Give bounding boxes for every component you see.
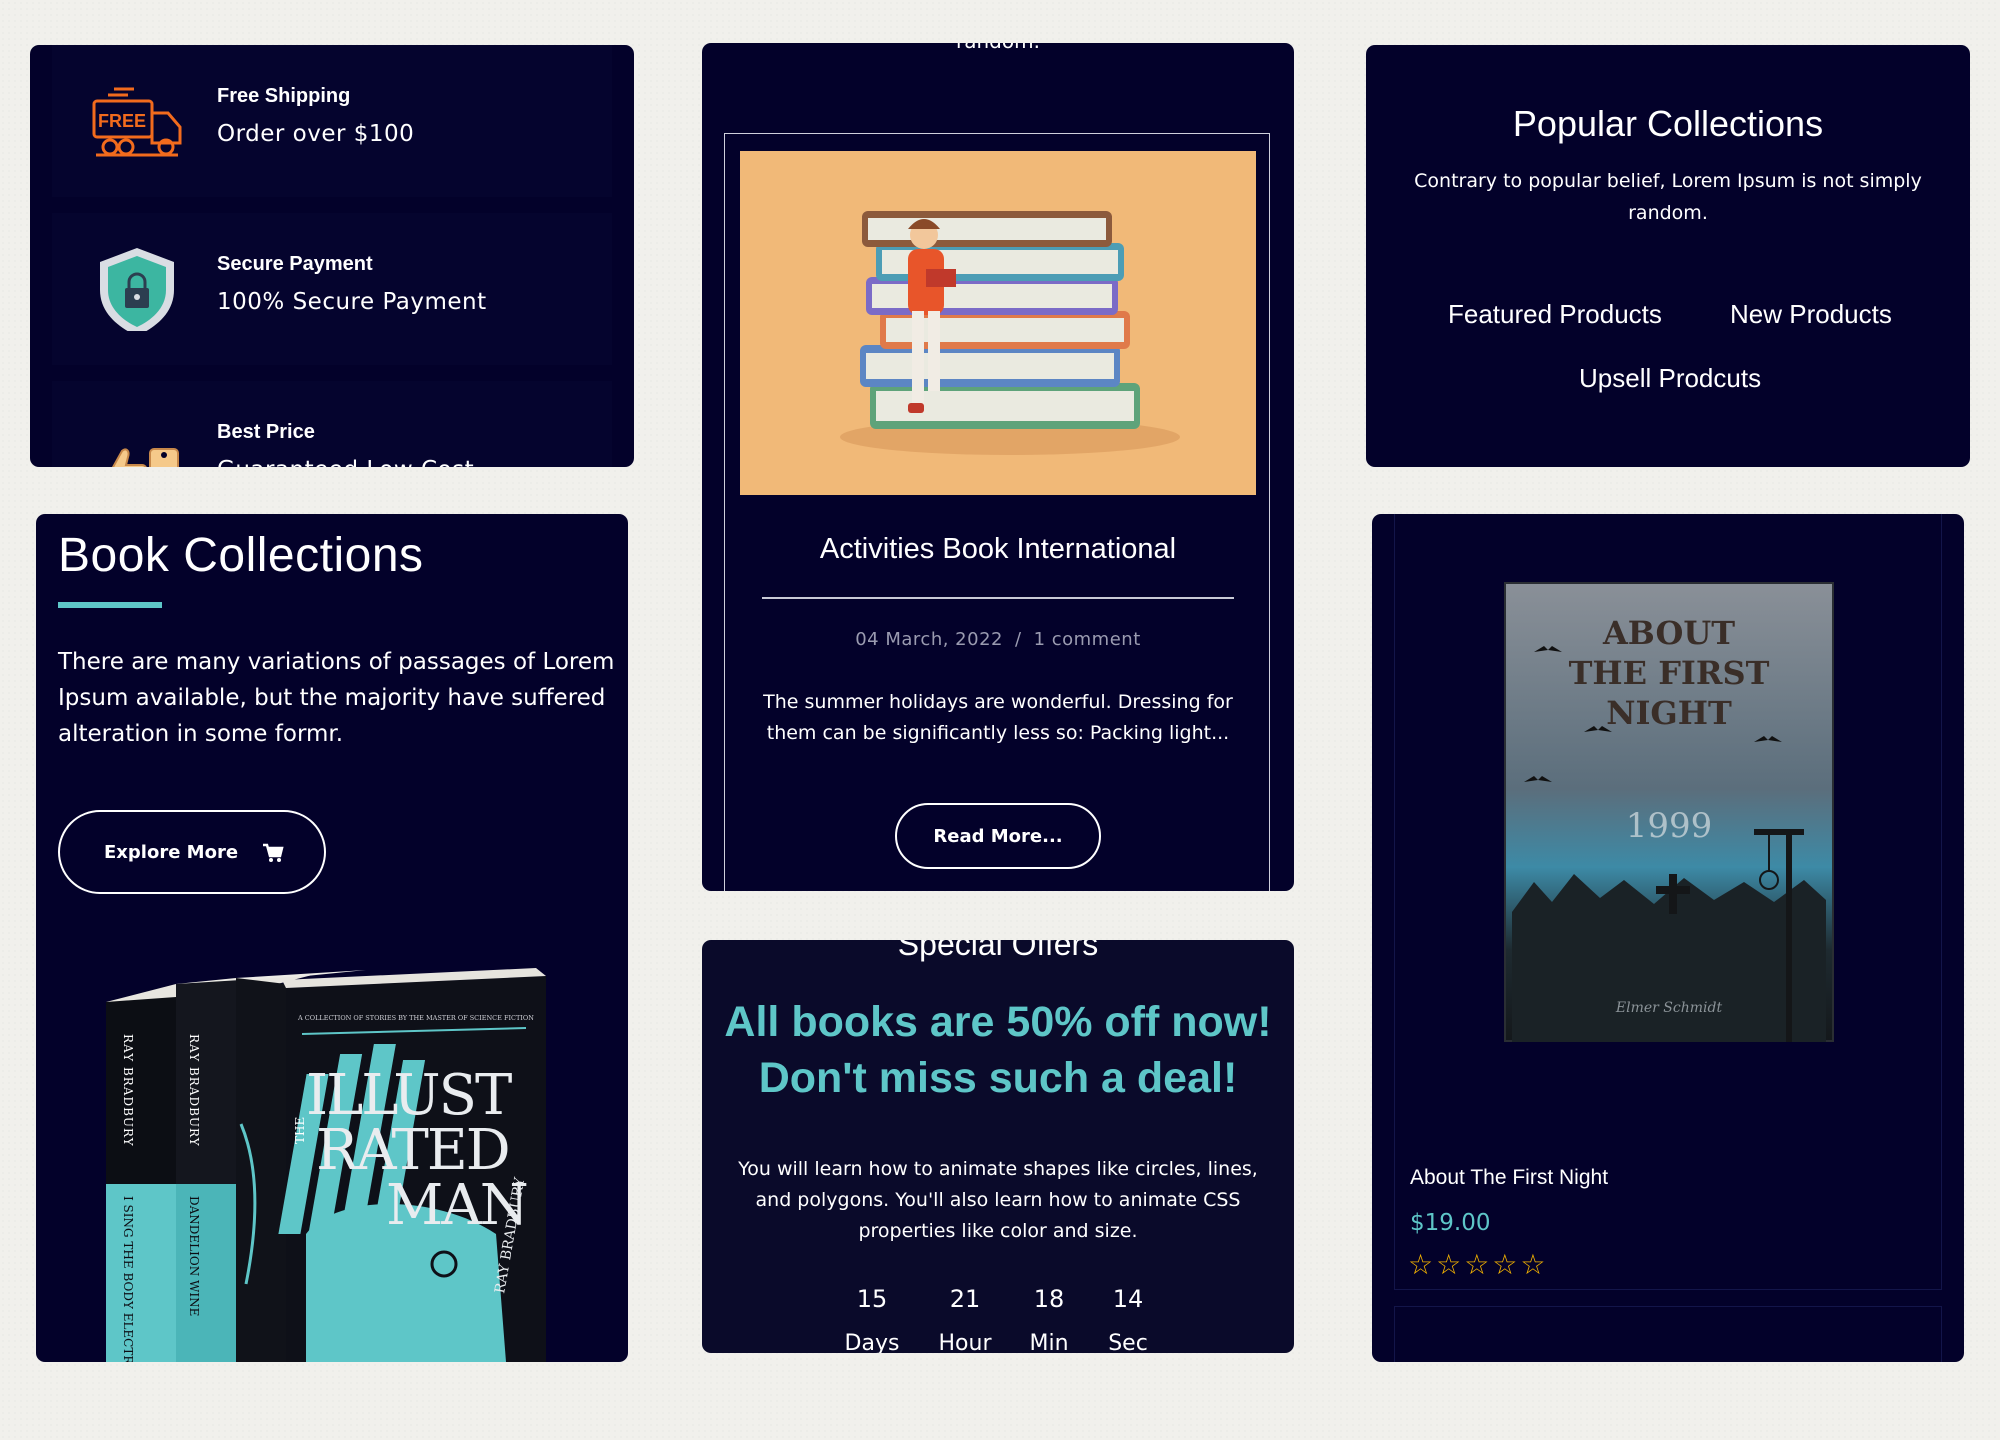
feature-subtitle: Order over $100 <box>217 121 415 147</box>
book-stack-image: RAY BRADBURY I SING THE BODY ELECTRIC RA… <box>106 968 546 1362</box>
feature-best-price: $ Best Price Guaranteed Low Cost <box>52 381 612 467</box>
countdown-unit: Days <box>844 1331 900 1353</box>
cut-off-text: random. <box>702 43 1294 53</box>
book-collections-text: There are many variations of passages of… <box>58 649 615 747</box>
countdown-unit: Hour <box>938 1331 992 1353</box>
cover-the: THE <box>293 1117 307 1144</box>
countdown-value: 14 <box>1112 1285 1144 1313</box>
read-more-button[interactable]: Read More... <box>895 803 1101 869</box>
tab-upsell-products[interactable]: Upsell Prodcuts <box>1579 363 1761 394</box>
countdown-minutes: 18 Min <box>1004 1285 1094 1353</box>
product-name[interactable]: About The First Night <box>1410 1166 1608 1190</box>
product-cover-image[interactable]: ABOUT THE FIRST NIGHT 1999 Elmer Schmidt <box>1504 582 1834 1042</box>
feature-subtitle: 100% Secure Payment <box>217 289 487 315</box>
cover-title-line2: THE FIRST <box>1569 654 1770 692</box>
feature-title: Secure Payment <box>217 253 373 275</box>
countdown-unit: Min <box>1029 1331 1069 1353</box>
blog-post-meta: 04 March, 2022 / 1 comment <box>702 629 1294 650</box>
free-truck-icon: FREE <box>92 87 182 157</box>
spine-author: RAY BRADBURY <box>121 1034 135 1147</box>
deal-headline: All books are 50% off now! Don't miss su… <box>702 994 1294 1106</box>
meta-separator: / <box>1014 629 1022 650</box>
countdown-value: 21 <box>949 1285 981 1313</box>
countdown-days: 15 Days <box>827 1285 917 1353</box>
book-collections-title: Book Collections <box>58 529 424 582</box>
feature-secure-payment: Secure Payment 100% Secure Payment <box>52 213 612 365</box>
popular-collections-card: Popular Collections Contrary to popular … <box>1366 45 1970 467</box>
explore-more-button[interactable]: Explore More <box>58 810 326 894</box>
blog-post-image <box>740 151 1256 495</box>
countdown-hours: 21 Hour <box>920 1285 1010 1353</box>
cover-author: Elmer Schmidt <box>1615 1000 1723 1016</box>
post-date: 04 March, 2022 <box>855 629 1003 650</box>
feature-free-shipping: FREE Free Shipping Order over $100 <box>52 45 612 197</box>
special-offers-card: Special Offers All books are 50% off now… <box>702 940 1294 1353</box>
next-product-tile <box>1394 1306 1942 1362</box>
product-price: $19.00 <box>1410 1210 1491 1236</box>
svg-text:FREE: FREE <box>98 111 146 131</box>
title-separator <box>762 597 1234 599</box>
tab-new-products[interactable]: New Products <box>1730 299 1892 330</box>
book-collections-card: Book Collections There are many variatio… <box>36 514 628 1362</box>
countdown-value: 18 <box>1033 1285 1065 1313</box>
rating-stars: ☆☆☆☆☆ <box>1408 1248 1549 1281</box>
deal-line-2: Don't miss such a deal! <box>758 1054 1238 1102</box>
post-comments-link[interactable]: 1 comment <box>1034 629 1141 650</box>
features-card: FREE Free Shipping Order over $100 Secur… <box>30 45 634 467</box>
cover-tagline: A COLLECTION OF STORIES BY THE MASTER OF… <box>297 1014 534 1022</box>
popular-collections-title: Popular Collections <box>1512 103 1824 144</box>
product-card: ABOUT THE FIRST NIGHT 1999 Elmer Schmidt… <box>1372 514 1964 1362</box>
cart-icon <box>263 843 284 862</box>
countdown-unit: Sec <box>1108 1331 1148 1353</box>
countdown-value: 15 <box>856 1285 888 1313</box>
blog-post-card: random. Activities Book Int <box>702 43 1294 891</box>
feature-title: Free Shipping <box>217 85 351 107</box>
special-offers-heading: Special Offers <box>897 940 1099 962</box>
tab-featured-products[interactable]: Featured Products <box>1448 299 1662 330</box>
popular-collections-description: Contrary to popular belief, Lorem Ipsum … <box>1414 170 1922 224</box>
spine-author: RAY BRADBURY <box>187 1034 201 1147</box>
feature-title: Best Price <box>217 421 315 443</box>
blog-post-title: Activities Book International <box>819 533 1177 565</box>
blog-post-excerpt: The summer holidays are wonderful. Dress… <box>763 691 1233 744</box>
feature-subtitle: Guaranteed Low Cost <box>217 457 474 467</box>
svg-text:$: $ <box>155 465 166 467</box>
spine-title: I SING THE BODY ELECTRIC <box>121 1196 135 1362</box>
price-tag-thumb-icon: $ <box>111 448 179 467</box>
shield-lock-icon <box>100 248 174 331</box>
offer-description: You will learn how to animate shapes lik… <box>738 1158 1258 1242</box>
deal-line-1: All books are 50% off now! <box>724 998 1272 1046</box>
cover-title-line1: ABOUT <box>1602 614 1735 652</box>
book-stack-illustration <box>840 211 1180 455</box>
countdown-seconds: 14 Sec <box>1083 1285 1173 1353</box>
cover-title-line3: NIGHT <box>1606 694 1732 732</box>
explore-more-label: Explore More <box>104 842 239 863</box>
title-underline <box>58 602 162 608</box>
cover-year: 1999 <box>1626 806 1713 846</box>
spine-title: DANDELION WINE <box>187 1196 201 1316</box>
